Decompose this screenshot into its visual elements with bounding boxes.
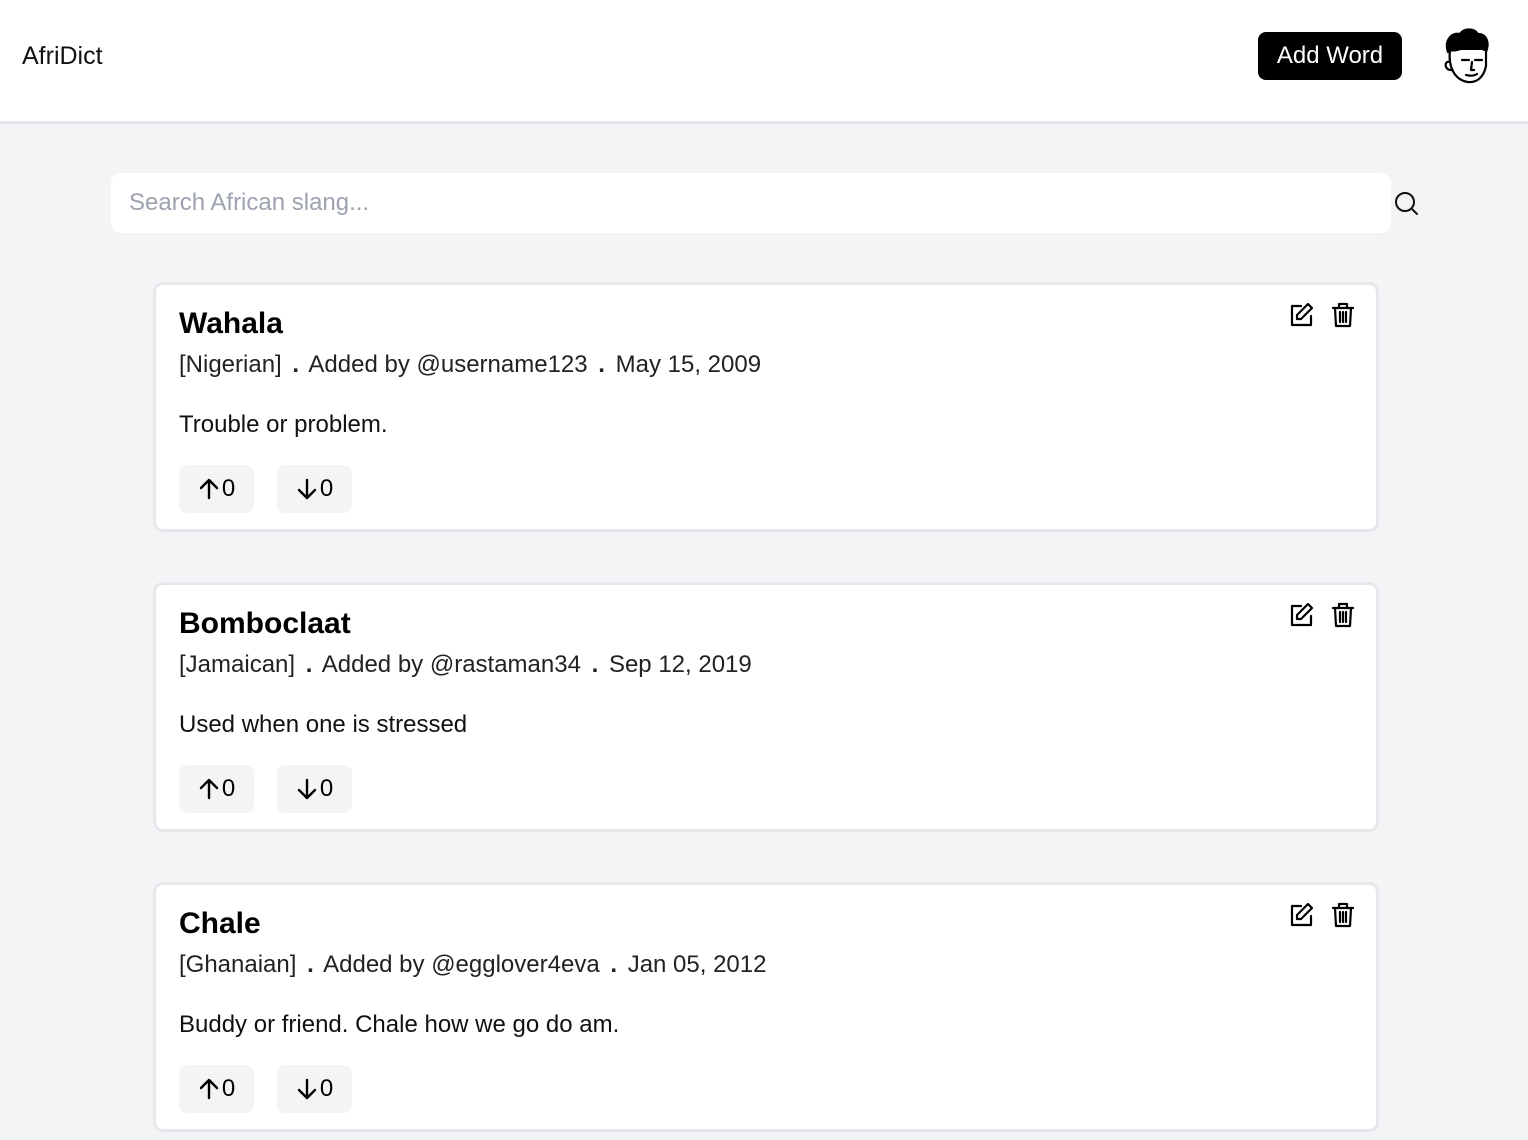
downvote-button[interactable]: 0	[277, 765, 352, 813]
upvote-button[interactable]: 0	[179, 1065, 254, 1113]
word-title: Chale	[179, 907, 261, 940]
word-definition: Used when one is stressed	[179, 711, 468, 738]
language-tag: [Nigerian]	[179, 351, 282, 378]
brand-logo[interactable]: AfriDict	[22, 42, 103, 71]
trash-icon[interactable]	[1329, 901, 1357, 929]
word-definition: Trouble or problem.	[179, 411, 388, 438]
added-date: Jan 05, 2012	[627, 951, 767, 978]
language-tag: [Ghanaian]	[179, 951, 297, 978]
added-by[interactable]: Added by @username123	[308, 351, 587, 378]
search-icon[interactable]	[1392, 189, 1420, 217]
meta-separator: .	[305, 651, 313, 678]
edit-icon[interactable]	[1287, 901, 1315, 929]
upvote-count: 0	[221, 475, 236, 502]
word-title: Wahala	[179, 307, 283, 340]
avatar[interactable]	[1438, 26, 1492, 88]
arrow-down-icon	[297, 478, 317, 500]
downvote-count: 0	[319, 1075, 334, 1102]
add-word-button[interactable]: Add Word	[1258, 32, 1402, 80]
downvote-count: 0	[319, 475, 334, 502]
word-meta: [Ghanaian] . Added by @egglover4eva . Ja…	[179, 951, 766, 979]
word-meta: [Jamaican] . Added by @rastaman34 . Sep …	[179, 651, 752, 679]
arrow-down-icon	[297, 778, 317, 800]
arrow-up-icon	[199, 478, 219, 500]
arrow-up-icon	[199, 778, 219, 800]
added-by[interactable]: Added by @egglover4eva	[323, 951, 600, 978]
word-meta: [Nigerian] . Added by @username123 . May…	[179, 351, 761, 379]
meta-separator: .	[307, 951, 314, 978]
arrow-down-icon	[297, 1078, 317, 1100]
added-date: Sep 12, 2019	[608, 651, 752, 678]
word-card: Bomboclaat [Jamaican] . Added by @rastam…	[153, 582, 1379, 832]
word-card: Wahala [Nigerian] . Added by @username12…	[153, 282, 1379, 532]
added-date: May 15, 2009	[615, 351, 762, 378]
meta-separator: .	[591, 651, 599, 678]
upvote-count: 0	[221, 775, 236, 802]
downvote-count: 0	[319, 775, 334, 802]
upvote-button[interactable]: 0	[179, 465, 254, 513]
top-header: AfriDict Add Word	[0, 0, 1528, 124]
meta-separator: .	[610, 951, 618, 978]
language-tag: [Jamaican]	[179, 651, 296, 678]
word-card: Chale [Ghanaian] . Added by @egglover4ev…	[153, 882, 1379, 1132]
upvote-count: 0	[221, 1075, 236, 1102]
search-input[interactable]	[111, 173, 1391, 233]
cartoon-face-avatar-icon	[1444, 28, 1489, 84]
upvote-button[interactable]: 0	[179, 765, 254, 813]
downvote-button[interactable]: 0	[277, 1065, 352, 1113]
trash-icon[interactable]	[1329, 301, 1357, 329]
edit-icon[interactable]	[1287, 301, 1315, 329]
downvote-button[interactable]: 0	[277, 465, 352, 513]
arrow-up-icon	[199, 1078, 219, 1100]
meta-separator: .	[598, 351, 605, 378]
added-by[interactable]: Added by @rastaman34	[322, 651, 581, 678]
edit-icon[interactable]	[1287, 601, 1315, 629]
meta-separator: .	[292, 351, 300, 378]
word-title: Bomboclaat	[179, 607, 351, 640]
trash-icon[interactable]	[1329, 601, 1357, 629]
word-definition: Buddy or friend. Chale how we go do am.	[179, 1011, 620, 1038]
